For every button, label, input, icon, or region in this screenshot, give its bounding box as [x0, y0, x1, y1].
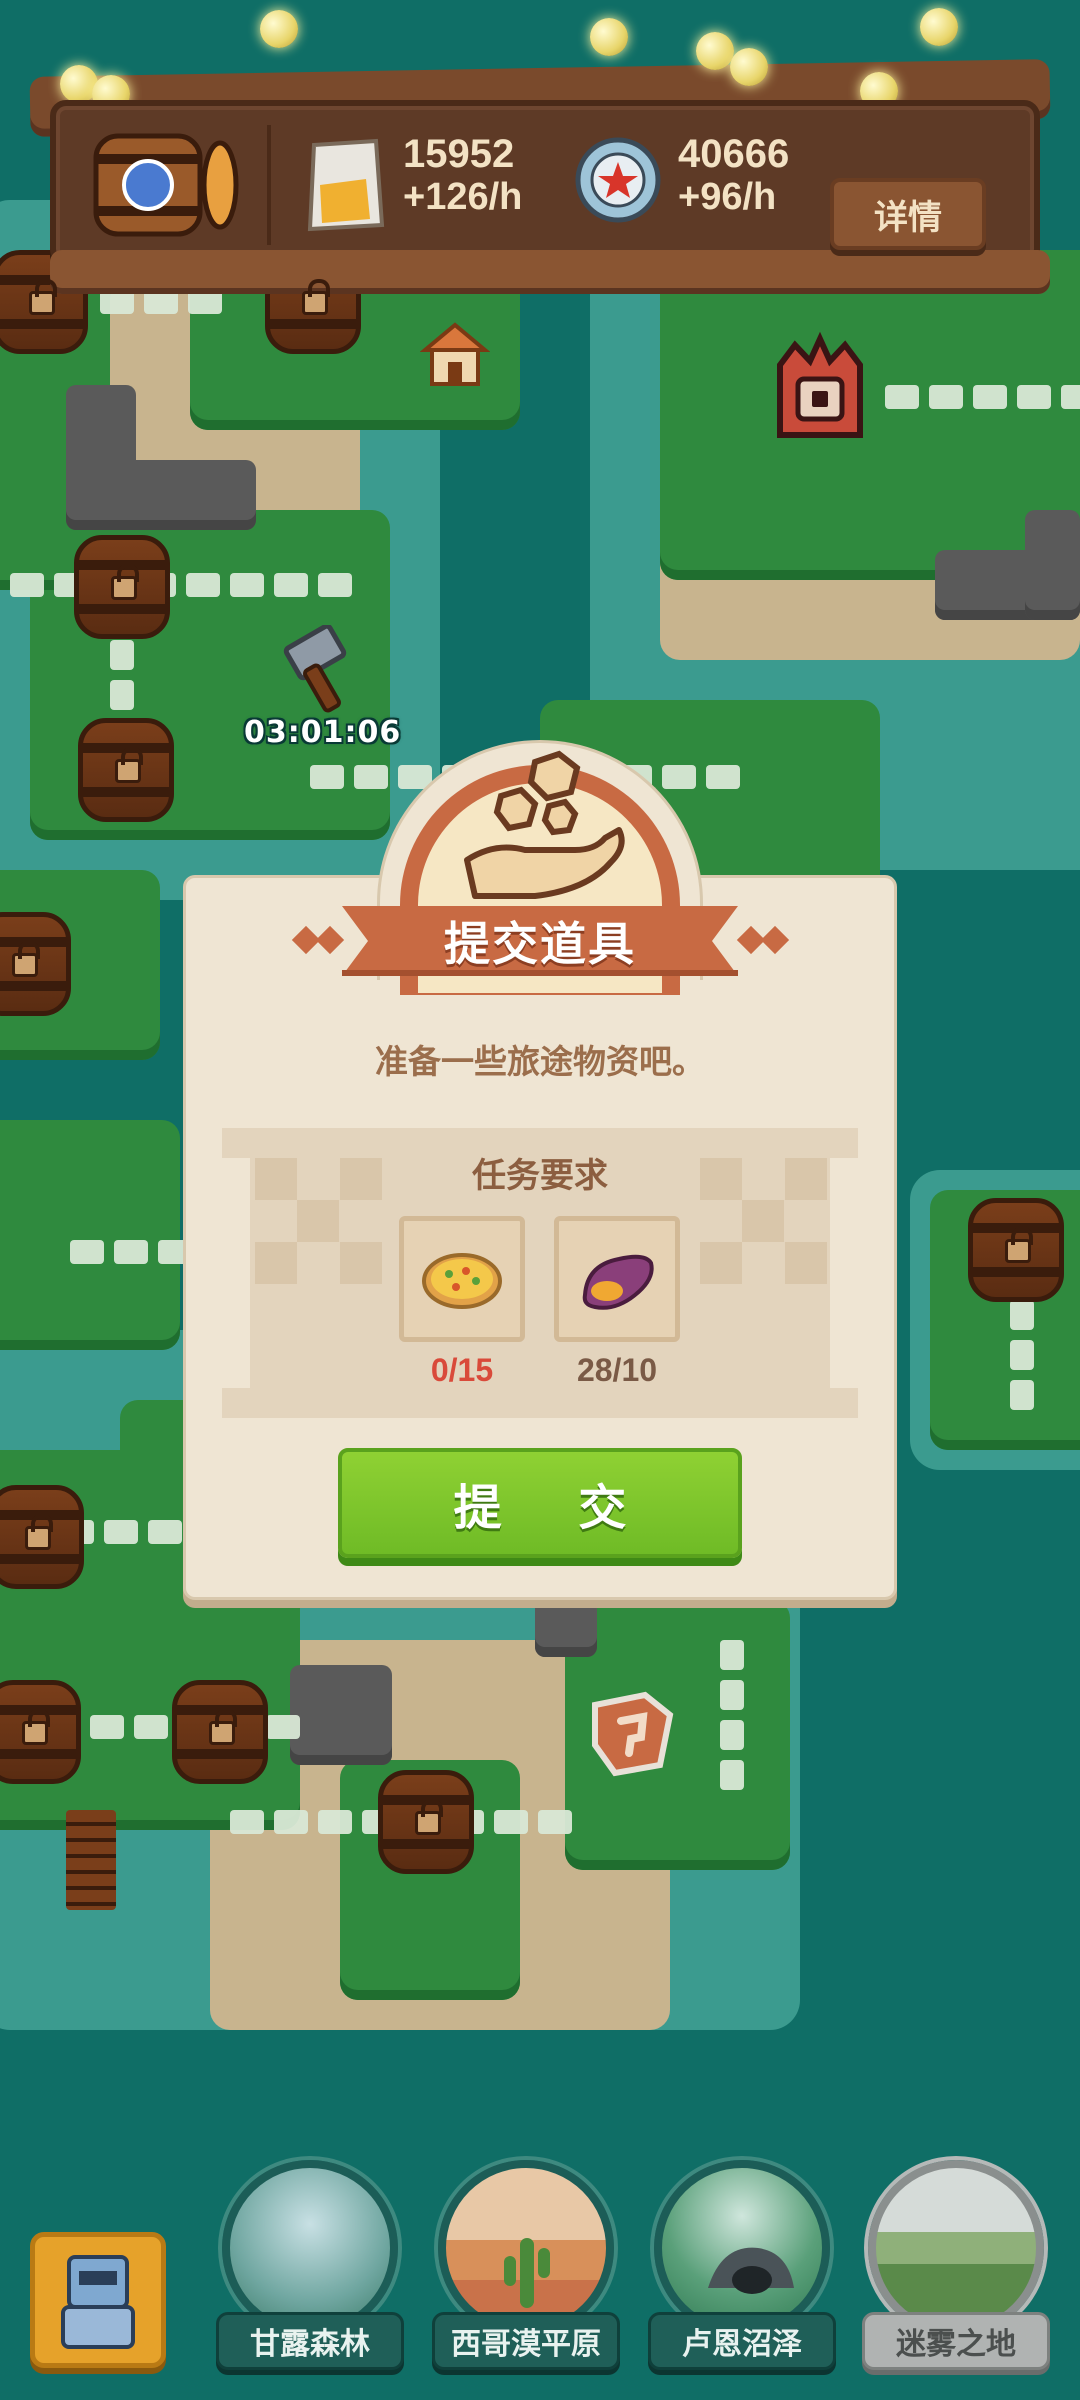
submit-button[interactable]: 提 交 — [338, 1448, 742, 1558]
lock-icon — [12, 941, 40, 977]
lock-icon — [111, 564, 139, 600]
light-bulb — [920, 8, 958, 46]
wooden-bridge — [66, 1810, 116, 1910]
locked-barrel-node[interactable] — [0, 912, 71, 1016]
lock-icon — [25, 1514, 53, 1550]
region-button-mist-land[interactable]: 迷雾之地 — [862, 2160, 1050, 2390]
region-label: 迷雾之地 — [862, 2312, 1050, 2370]
divider — [267, 125, 271, 245]
snack-amount-value: 15952 — [403, 132, 515, 176]
swamp-thumbnail — [654, 2160, 830, 2336]
light-bulb — [730, 48, 768, 86]
build-timer: 03:01:06 — [244, 715, 402, 750]
lock-icon — [115, 747, 143, 783]
sweet-potato-icon — [582, 1254, 654, 1310]
path — [10, 573, 352, 597]
path — [70, 1240, 192, 1264]
bottle-cap-icon — [575, 137, 661, 223]
item-slot-pizza[interactable] — [399, 1216, 525, 1342]
beer-barrel-icon[interactable] — [90, 128, 240, 240]
path — [1010, 1300, 1034, 1410]
caps-amount-value: 40666 — [678, 132, 790, 176]
locked-barrel-node[interactable] — [0, 1485, 84, 1589]
locked-barrel-node[interactable] — [74, 535, 170, 639]
home-base-button[interactable] — [30, 2232, 166, 2368]
region-label: 西哥漠平原 — [432, 2312, 620, 2370]
cactus-icon — [504, 2238, 550, 2308]
region-button-ganlu-forest[interactable]: 甘露森林 — [216, 2160, 404, 2390]
rock — [290, 1665, 392, 1765]
lock-icon — [302, 279, 330, 315]
lock-icon — [415, 1799, 443, 1835]
light-bulb — [260, 10, 298, 48]
region-button-luen-swamp[interactable]: 卢恩沼泽 — [648, 2160, 836, 2390]
cave-icon — [708, 2247, 794, 2294]
resource-bar: 15952 +126/h 40666 +96/h 详情 — [29, 8, 1051, 294]
robot-icon — [61, 2255, 135, 2349]
lock-icon — [209, 1709, 237, 1745]
quest-marker-icon[interactable] — [585, 1685, 680, 1780]
item-slot-sweet-potato[interactable] — [554, 1216, 680, 1342]
path — [885, 385, 1080, 409]
house-icon — [420, 322, 490, 386]
pizza-count: 0/15 — [430, 1352, 494, 1388]
snack-rate: +126/h — [403, 176, 523, 218]
forest-thumbnail — [222, 2160, 398, 2336]
region-button-sigemo-plain[interactable]: 西哥漠平原 — [432, 2160, 620, 2390]
boss-node-icon[interactable] — [760, 325, 880, 455]
lock-icon — [29, 279, 57, 315]
dialog-title: 提交道具 — [444, 917, 636, 971]
desert-thumbnail — [438, 2160, 614, 2336]
mist-thumbnail — [868, 2160, 1044, 2336]
locked-barrel-node[interactable] — [968, 1198, 1064, 1302]
wood-beam — [50, 250, 1050, 294]
details-button[interactable]: 详情 — [830, 178, 986, 250]
light-bulb — [590, 18, 628, 56]
rock — [66, 460, 256, 530]
region-label: 甘露森林 — [216, 2312, 404, 2370]
locked-barrel-node[interactable] — [0, 1680, 81, 1784]
rock — [1025, 510, 1080, 620]
locked-barrel-node[interactable] — [172, 1680, 268, 1784]
path — [110, 640, 134, 710]
light-bulb — [696, 32, 734, 70]
requirements-title: 任务要求 — [472, 1156, 608, 1196]
caps-rate: +96/h — [678, 176, 777, 218]
grass-island — [0, 1120, 180, 1350]
caps-amount: 40666 +96/h — [678, 132, 789, 218]
rock — [535, 1595, 597, 1657]
snack-bag-icon — [307, 138, 385, 232]
hand-offering-icon — [464, 750, 625, 899]
snack-amount: 15952 +126/h — [403, 132, 522, 218]
path — [720, 1640, 744, 1790]
locked-barrel-node[interactable] — [78, 718, 174, 822]
region-label: 卢恩沼泽 — [648, 2312, 836, 2370]
dialog-subtitle: 准备一些旅途物资吧。 — [375, 1042, 705, 1081]
lock-icon — [22, 1709, 50, 1745]
lock-icon — [1005, 1227, 1033, 1263]
sweet-potato-count: 28/10 — [576, 1352, 658, 1388]
locked-barrel-node[interactable] — [378, 1770, 474, 1874]
pizza-icon — [422, 1253, 502, 1309]
hammer-icon[interactable] — [280, 625, 360, 715]
